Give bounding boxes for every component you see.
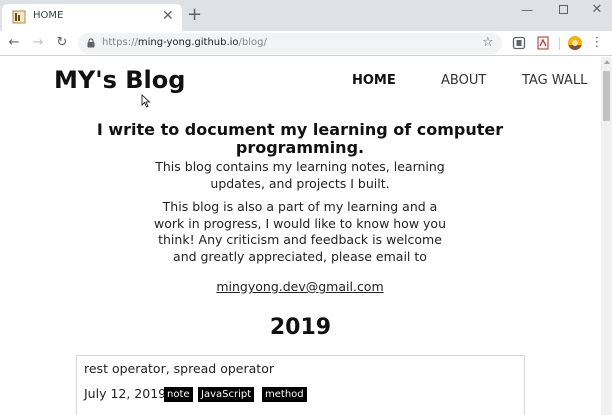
favicon-icon bbox=[12, 10, 26, 24]
new-tab-icon[interactable]: + bbox=[187, 6, 202, 24]
profile-icon[interactable] bbox=[568, 36, 582, 50]
tag-note[interactable]: note bbox=[164, 387, 193, 402]
window-close-icon[interactable]: ✕ bbox=[580, 1, 612, 21]
maximize-icon[interactable] bbox=[546, 1, 580, 21]
scrollbar-thumb[interactable] bbox=[603, 71, 610, 121]
intro-headline: I write to document my learning of compu… bbox=[96, 120, 504, 157]
page-scrollbar[interactable] bbox=[601, 57, 612, 415]
url-text[interactable]: https://ming-yong.github.io/blog/ bbox=[102, 37, 267, 48]
page-viewport: MY's Blog HOME ABOUT TAG WALL I write to… bbox=[0, 57, 601, 415]
email-link-row: mingyong.dev@gmail.com bbox=[150, 279, 450, 294]
lock-icon bbox=[87, 38, 95, 48]
minimize-icon[interactable]: — bbox=[510, 1, 544, 21]
email-link[interactable]: mingyong.dev@gmail.com bbox=[216, 279, 383, 294]
star-icon[interactable]: ☆ bbox=[482, 35, 494, 51]
pdf-icon[interactable] bbox=[536, 36, 550, 50]
address-bar[interactable]: https://ming-yong.github.io/blog/ ☆ bbox=[78, 33, 502, 54]
nav-about-link[interactable]: ABOUT bbox=[441, 73, 486, 88]
post-card[interactable]: rest operator, spread operator July 12, … bbox=[76, 355, 525, 415]
browser-toolbar: ← → ↻ https://ming-yong.github.io/blog/ … bbox=[0, 31, 612, 56]
close-icon[interactable]: ✕ bbox=[162, 8, 174, 24]
post-date: July 12, 2019 bbox=[84, 386, 167, 401]
intro-paragraph-feedback: This blog is also a part of my learning … bbox=[154, 199, 446, 264]
scroll-up-icon[interactable] bbox=[604, 60, 610, 64]
menu-icon[interactable]: ⋮ bbox=[590, 34, 604, 52]
site-title[interactable]: MY's Blog bbox=[54, 66, 185, 94]
mouse-cursor-icon bbox=[141, 94, 151, 108]
nav-tag-wall-link[interactable]: TAG WALL bbox=[522, 73, 587, 88]
back-icon[interactable]: ← bbox=[5, 34, 23, 52]
reload-icon[interactable]: ↻ bbox=[53, 34, 71, 52]
nav-home-link[interactable]: HOME bbox=[352, 73, 396, 88]
extension-icon[interactable] bbox=[512, 36, 526, 50]
toolbar-divider bbox=[559, 37, 560, 50]
tag-javascript[interactable]: JavaScript bbox=[198, 387, 255, 402]
archive-year: 2019 bbox=[269, 315, 332, 340]
tab-strip: HOME ✕ + — ✕ bbox=[0, 0, 612, 31]
post-title[interactable]: rest operator, spread operator bbox=[84, 361, 274, 376]
forward-icon[interactable]: → bbox=[29, 34, 47, 52]
browser-tab[interactable]: HOME ✕ bbox=[2, 4, 182, 31]
intro-paragraph: This blog contains my learning notes, le… bbox=[155, 159, 445, 191]
tag-method[interactable]: method bbox=[262, 387, 307, 402]
tab-title: HOME bbox=[33, 10, 64, 21]
